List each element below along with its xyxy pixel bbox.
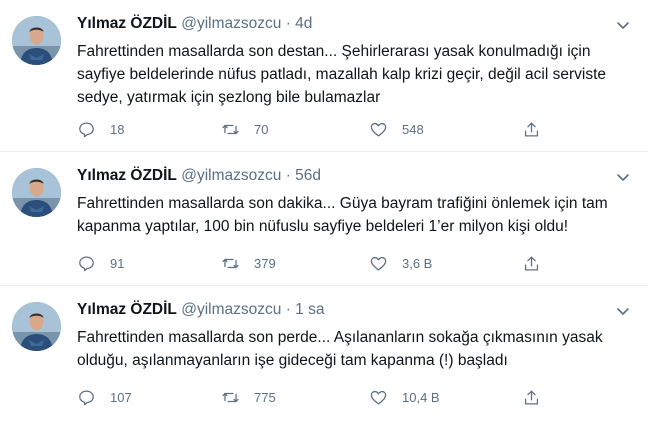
tweet-text: Fahrettinden masallarda son dakika... Gü… [77, 195, 608, 235]
chevron-down-icon[interactable] [614, 168, 632, 186]
author-handle[interactable]: @yilmazsozcu [181, 301, 281, 318]
avatar-image [12, 168, 61, 217]
avatar[interactable] [12, 16, 61, 65]
author-handle[interactable]: @yilmazsozcu [181, 15, 281, 32]
avatar[interactable] [12, 302, 61, 351]
reply-count: 18 [110, 121, 125, 137]
author-name[interactable]: Yılmaz ÖZDİL [77, 167, 177, 184]
tweet-header: Yılmaz ÖZDİL @yilmazsozcu · 56d [77, 166, 321, 186]
share-icon [524, 256, 539, 270]
share-button[interactable] [522, 118, 541, 140]
heart-icon [370, 256, 387, 270]
like-button[interactable]: 3,6 B [369, 252, 432, 274]
reply-icon [79, 256, 94, 271]
like-count: 10,4 B [402, 389, 440, 405]
tweet[interactable]: Yılmaz ÖZDİL @yilmazsozcu · 1 sa Fahrett… [0, 286, 648, 422]
retweet-icon [222, 392, 239, 402]
tweet[interactable]: Yılmaz ÖZDİL @yilmazsozcu · 56d Fahretti… [0, 152, 648, 286]
chevron-down-icon[interactable] [614, 16, 632, 34]
reply-count: 107 [110, 389, 132, 405]
separator-dot: · [285, 301, 291, 318]
reply-icon [79, 390, 94, 405]
retweet-count: 70 [254, 121, 269, 137]
reply-button[interactable]: 91 [77, 252, 124, 274]
reply-icon [79, 122, 94, 137]
heart-icon [370, 122, 387, 136]
tweet-text: Fahrettinden masallarda son perde... Aşı… [77, 329, 603, 369]
tweet-feed: Yılmaz ÖZDİL @yilmazsozcu · 4d Fahrettin… [0, 0, 648, 422]
tweet-header: Yılmaz ÖZDİL @yilmazsozcu · 4d [77, 14, 312, 34]
chevron-down-icon[interactable] [614, 302, 632, 320]
timestamp[interactable]: 4d [295, 15, 312, 32]
retweet-icon [222, 258, 239, 268]
like-count: 3,6 B [402, 255, 433, 271]
retweet-button[interactable]: 775 [221, 386, 276, 408]
share-button[interactable] [522, 386, 541, 408]
tweet-actions: 91 379 3,6 B [77, 252, 557, 274]
share-icon [524, 122, 539, 136]
tweet[interactable]: Yılmaz ÖZDİL @yilmazsozcu · 4d Fahrettin… [0, 0, 648, 152]
share-button[interactable] [522, 252, 541, 274]
separator-dot: · [285, 167, 291, 184]
avatar[interactable] [12, 168, 61, 217]
avatar-image [12, 16, 61, 65]
author-name[interactable]: Yılmaz ÖZDİL [77, 301, 177, 318]
author-handle[interactable]: @yilmazsozcu [181, 167, 281, 184]
reply-count: 91 [110, 255, 125, 271]
separator-dot: · [285, 15, 291, 32]
reply-button[interactable]: 107 [77, 386, 132, 408]
tweet-header: Yılmaz ÖZDİL @yilmazsozcu · 1 sa [77, 300, 324, 320]
like-button[interactable]: 10,4 B [369, 386, 440, 408]
timestamp[interactable]: 56d [295, 167, 321, 184]
heart-icon [370, 390, 387, 404]
retweet-icon [222, 124, 239, 134]
retweet-button[interactable]: 70 [221, 118, 268, 140]
timestamp[interactable]: 1 sa [295, 301, 324, 318]
avatar-image [12, 302, 61, 351]
reply-button[interactable]: 18 [77, 118, 124, 140]
like-button[interactable]: 548 [369, 118, 424, 140]
tweet-text: Fahrettinden masallarda son destan... Şe… [77, 43, 606, 106]
like-count: 548 [402, 121, 424, 137]
retweet-button[interactable]: 379 [221, 252, 276, 274]
author-name[interactable]: Yılmaz ÖZDİL [77, 15, 177, 32]
tweet-actions: 18 70 548 [77, 118, 557, 140]
retweet-count: 379 [254, 255, 276, 271]
tweet-actions: 107 775 10,4 B [77, 386, 557, 408]
retweet-count: 775 [254, 389, 276, 405]
share-icon [524, 390, 539, 404]
